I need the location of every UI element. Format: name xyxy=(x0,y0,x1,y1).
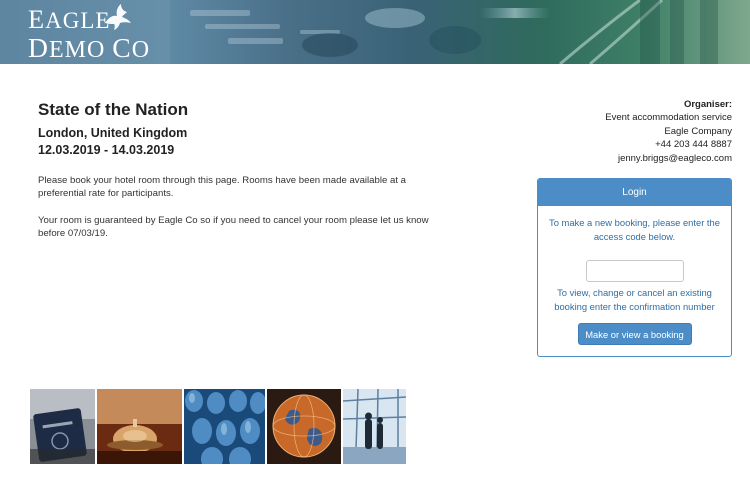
organiser-details: Organiser: Event accommodation service E… xyxy=(605,98,732,165)
login-panel-title: Login xyxy=(538,179,731,206)
logo-line-2: DEMO CO xyxy=(28,32,151,64)
reception-bell-photo xyxy=(97,389,182,464)
organiser-company: Eagle Company xyxy=(664,125,732,137)
cancellation-policy-paragraph: Your room is guaranteed by Eagle Co so i… xyxy=(38,215,429,239)
passport-photo xyxy=(30,389,95,464)
organiser-email[interactable]: jenny.briggs@eagleco.com xyxy=(605,152,732,165)
organiser-service: Event accommodation service xyxy=(605,112,732,124)
globe-photo xyxy=(267,389,341,464)
event-title: State of the Nation xyxy=(38,100,189,119)
eagle-icon xyxy=(105,4,131,30)
event-dates: 12.03.2019 - 14.03.2019 xyxy=(38,143,175,157)
access-code-input[interactable] xyxy=(585,260,684,282)
airport-travellers-photo xyxy=(343,389,406,464)
login-panel: Login To make a new booking, please ente… xyxy=(537,178,732,357)
event-details: State of the Nation London, United Kingd… xyxy=(38,100,458,240)
existing-booking-instructions: To view, change or cancel an existing bo… xyxy=(554,287,715,312)
organiser-phone: +44 203 444 8887 xyxy=(655,139,732,151)
organiser-heading: Organiser: xyxy=(683,99,732,110)
event-location: London, United Kingdom xyxy=(38,126,188,140)
conference-seats-photo xyxy=(184,389,265,464)
event-description-paragraph: Please book your hotel room through this… xyxy=(38,175,406,199)
make-or-view-booking-button[interactable]: Make or view a booking xyxy=(577,323,692,345)
page: EAGLE DEMO CO State of the Nation London… xyxy=(0,0,750,481)
header-banner: EAGLE DEMO CO xyxy=(0,0,750,64)
new-booking-instructions: To make a new booking, please enter the … xyxy=(549,217,720,242)
